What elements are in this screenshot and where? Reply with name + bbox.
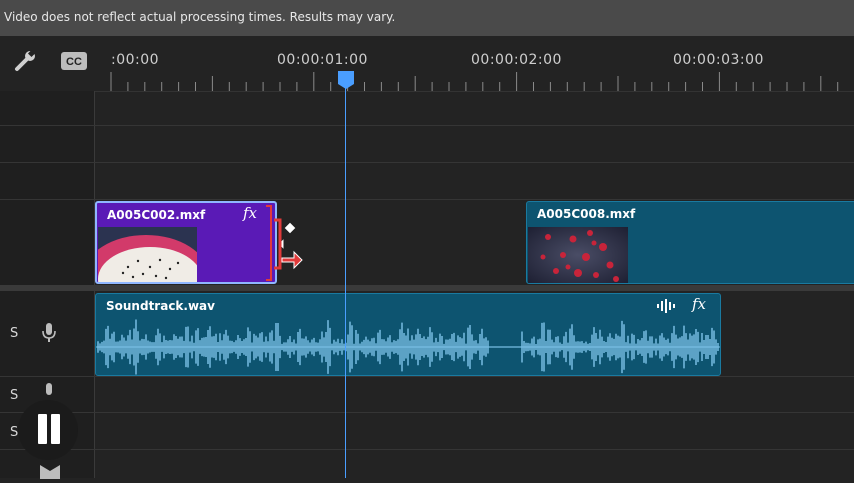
playhead-line bbox=[345, 86, 346, 478]
track-separator bbox=[0, 449, 854, 450]
track-solo-label[interactable]: S bbox=[10, 425, 18, 440]
track-separator bbox=[0, 412, 854, 413]
microphone-icon[interactable] bbox=[42, 323, 56, 347]
clip-name: A005C002.mxf bbox=[107, 208, 206, 222]
trim-cursor-icon bbox=[270, 218, 304, 276]
audio-waveform bbox=[96, 319, 720, 375]
pause-button[interactable] bbox=[18, 400, 78, 460]
track-solo-label[interactable]: S bbox=[10, 388, 18, 403]
fx-icon[interactable]: fx bbox=[243, 204, 257, 222]
pause-icon bbox=[51, 414, 60, 444]
marker-icon[interactable] bbox=[40, 464, 60, 483]
audio-clip-soundtrack[interactable]: Soundtrack.wav fx bbox=[95, 293, 721, 376]
video-clip-a005c002[interactable]: A005C002.mxf fx bbox=[95, 201, 277, 284]
video-audio-divider[interactable] bbox=[0, 285, 854, 291]
processing-notice: Video does not reflect actual processing… bbox=[0, 0, 854, 36]
playhead-handle[interactable] bbox=[337, 70, 355, 94]
track-separator bbox=[0, 125, 854, 126]
track-solo-label[interactable]: S bbox=[10, 326, 18, 341]
track-separator bbox=[0, 199, 854, 200]
video-clip-a005c008[interactable]: A005C008.mxf bbox=[526, 201, 854, 284]
clip-name: A005C008.mxf bbox=[537, 207, 636, 221]
track-separator bbox=[0, 162, 854, 163]
track-separator bbox=[0, 376, 854, 377]
pause-icon bbox=[38, 414, 47, 444]
clip-thumbnail bbox=[528, 227, 628, 283]
clip-thumbnail bbox=[98, 227, 197, 282]
ruler-ticks bbox=[110, 72, 839, 91]
